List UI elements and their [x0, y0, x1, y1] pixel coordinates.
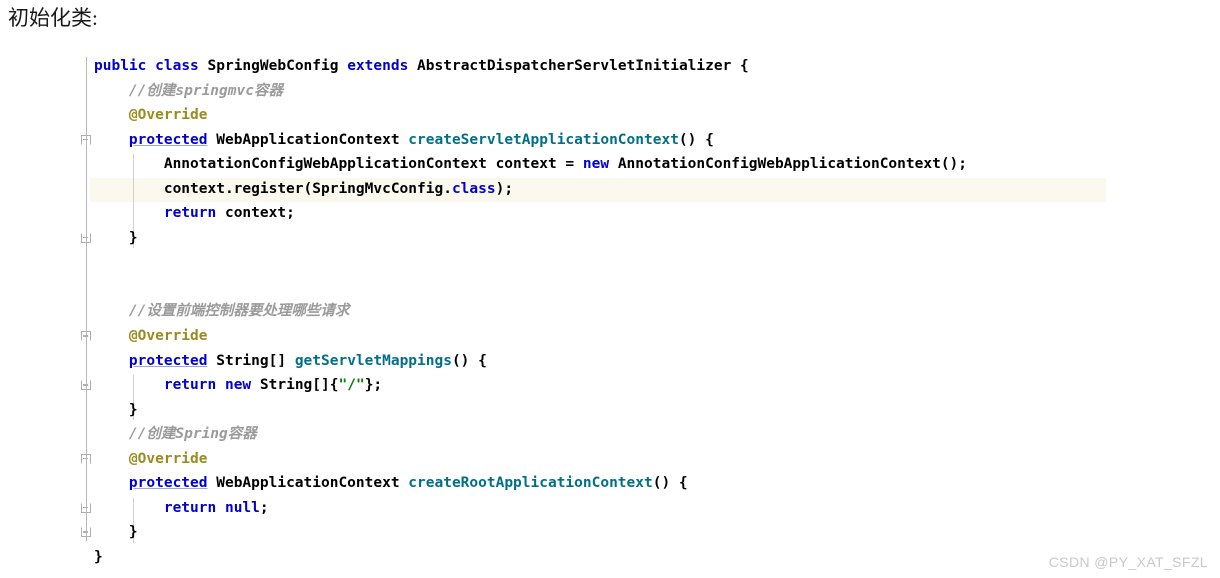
code-line[interactable]: protected String[] getServletMappings() … — [94, 349, 1216, 374]
code-token: extends — [347, 58, 409, 74]
code-line[interactable]: return null; — [94, 496, 1216, 521]
code-token: }; — [364, 377, 383, 394]
code-line[interactable]: } — [94, 398, 1216, 423]
code-line[interactable] — [94, 250, 1216, 275]
code-line[interactable]: @Override — [94, 324, 1216, 349]
code-token: AnnotationConfigWebApplicationContext co… — [163, 156, 583, 173]
code-token: class — [451, 180, 496, 197]
code-token: } — [94, 524, 138, 541]
code-token: null — [224, 499, 260, 516]
code-line[interactable]: } — [94, 545, 1216, 570]
code-token: public — [94, 58, 147, 74]
code-token: ); — [495, 180, 514, 197]
code-token: @Override — [128, 107, 208, 124]
code-token: () { — [652, 475, 688, 492]
code-token: AnnotationConfigWebApplicationContext(); — [617, 156, 968, 173]
code-line[interactable]: //创建springmvc容器 — [94, 79, 1216, 104]
code-line[interactable]: @Override — [94, 103, 1216, 128]
code-token: WebApplicationContext — [216, 475, 400, 492]
code-line[interactable]: protected WebApplicationContext createRo… — [94, 471, 1216, 496]
code-token: protected — [128, 475, 208, 492]
code-line[interactable]: @Override — [94, 447, 1216, 472]
code-line[interactable]: //创建Spring容器 — [94, 422, 1216, 447]
code-token: context.register(SpringMvcConfig. — [163, 180, 452, 197]
code-token: return — [163, 499, 217, 516]
code-token: createRootApplicationContext — [408, 475, 653, 492]
code-token: protected — [128, 352, 208, 369]
code-token: { — [731, 58, 749, 74]
code-token: } — [94, 548, 103, 565]
code-line[interactable]: public class SpringWebConfig extends Abs… — [94, 54, 1216, 79]
code-token: class — [155, 58, 199, 74]
code-line[interactable]: } — [94, 520, 1216, 545]
code-token: //创建Spring容器 — [128, 426, 257, 443]
code-token: () { — [678, 131, 714, 148]
code-line[interactable]: //设置前端控制器要处理哪些请求 — [94, 299, 1216, 324]
code-token: protected — [128, 131, 208, 148]
code-token: //设置前端控制器要处理哪些请求 — [128, 303, 350, 320]
code-line[interactable]: protected WebApplicationContext createSe… — [94, 128, 1216, 153]
page-title: 初始化类: — [8, 6, 98, 30]
code-content[interactable]: public class SpringWebConfig extends Abs… — [86, 54, 1216, 569]
code-token: String[]{ — [259, 377, 339, 394]
code-token: return — [163, 205, 217, 222]
code-line[interactable]: AnnotationConfigWebApplicationContext co… — [94, 152, 1216, 177]
code-line[interactable] — [94, 275, 1216, 300]
code-token: SpringWebConfig — [207, 58, 339, 74]
code-line[interactable]: return context; — [94, 201, 1216, 226]
code-token: AbstractDispatcherServletInitializer — [417, 58, 732, 74]
code-line[interactable]: context.register(SpringMvcConfig.class); — [94, 177, 1216, 202]
code-line[interactable]: } — [94, 226, 1216, 251]
code-token: @Override — [128, 450, 208, 467]
code-token: "/" — [338, 377, 365, 394]
code-token: context; — [224, 205, 295, 222]
code-token: getServletMappings — [294, 352, 452, 369]
code-token: new — [582, 156, 610, 173]
code-token: @Override — [128, 328, 208, 345]
code-token: () { — [451, 352, 487, 369]
code-token: } — [94, 229, 138, 246]
code-token: createServletApplicationContext — [408, 131, 679, 148]
code-token: new — [224, 377, 252, 394]
code-token: //创建springmvc容器 — [128, 82, 283, 99]
code-block: public class SpringWebConfig extends Abs… — [81, 54, 1216, 569]
code-token: return — [163, 377, 217, 394]
code-token: ; — [259, 499, 269, 516]
code-token: } — [94, 401, 138, 418]
code-line[interactable]: return new String[]{"/"}; — [94, 373, 1216, 398]
code-token: String[] — [216, 352, 287, 369]
code-token: WebApplicationContext — [216, 131, 400, 148]
